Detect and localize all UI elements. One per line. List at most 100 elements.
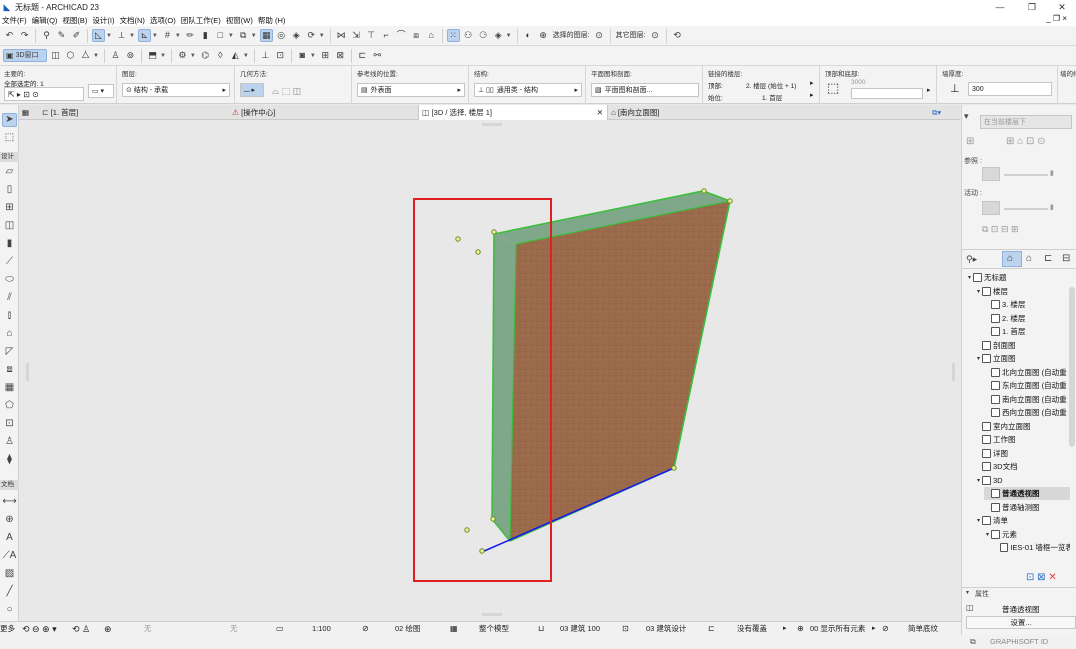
hotspot[interactable] bbox=[727, 198, 733, 204]
eyedropper-icon[interactable]: ⚲ bbox=[40, 29, 53, 42]
left-resize-handle[interactable] bbox=[26, 363, 29, 381]
3d-window-button[interactable]: ▣ 3D窗口 bbox=[3, 49, 47, 62]
tab-overflow-icon[interactable]: ⧉▾ bbox=[929, 105, 959, 120]
object-tool-icon[interactable]: ◫ bbox=[2, 219, 17, 233]
tree-item[interactable]: ▾ 立面图 bbox=[975, 352, 1070, 365]
status-structure-display[interactable]: 简单底纹 bbox=[908, 622, 938, 636]
tree-toggle-icon[interactable]: ▾ bbox=[984, 531, 991, 538]
wall-shape-picker[interactable]: ▭ ▾ bbox=[88, 84, 114, 98]
active-slider-knob[interactable]: ▮ bbox=[1050, 203, 1054, 211]
tree-item[interactable]: 2. 楼层 bbox=[984, 312, 1070, 325]
tree-item[interactable]: 普通透视图 bbox=[984, 487, 1070, 500]
tree-item[interactable]: 剖面图 bbox=[975, 339, 1070, 352]
publish-icon[interactable]: ⊞ bbox=[319, 49, 332, 62]
tree-item[interactable]: ▾ 元素 bbox=[984, 528, 1070, 541]
panel-tools-icon[interactable]: ⊞ ⌂ ⊡ ⊙ bbox=[1006, 136, 1046, 147]
hotspot[interactable] bbox=[490, 516, 496, 522]
floor-plan-icon[interactable]: ◫ bbox=[49, 49, 62, 62]
3d-viewport[interactable] bbox=[20, 121, 960, 621]
navigator-menu-icon[interactable]: ⚲▸ bbox=[966, 254, 977, 265]
wall-tool-icon[interactable]: ▱ bbox=[2, 165, 17, 179]
filter-icon[interactable]: ⚙ bbox=[176, 49, 189, 62]
export-icon[interactable]: ⊠ bbox=[334, 49, 347, 62]
reference-swatch[interactable] bbox=[982, 167, 1000, 181]
line-tool-icon[interactable]: ╱ bbox=[2, 585, 17, 599]
hotspot[interactable] bbox=[671, 465, 677, 471]
hotspot[interactable] bbox=[701, 188, 707, 194]
tree-toggle-icon[interactable]: ▾ bbox=[975, 477, 982, 484]
level-dimension-tool-icon[interactable]: ⊕ bbox=[2, 513, 17, 527]
menu-help[interactable]: 帮助 (H) bbox=[258, 15, 286, 26]
close-button[interactable]: ✕ bbox=[1048, 0, 1076, 14]
hotspot[interactable] bbox=[455, 236, 461, 242]
tree-item[interactable]: 东向立面图 (自动重 bbox=[984, 379, 1070, 392]
tab-list-icon[interactable]: ▦ bbox=[19, 105, 39, 120]
undo-icon[interactable]: ↶ bbox=[3, 29, 16, 42]
markup-icon[interactable]: ⊏ bbox=[356, 49, 369, 62]
menu-design[interactable]: 设计(I) bbox=[92, 15, 114, 26]
pen-icon[interactable]: ✐ bbox=[70, 29, 83, 42]
snap-guides-icon[interactable]: ⊾ bbox=[137, 29, 151, 42]
mesh-tool-icon[interactable]: ⧫ bbox=[2, 453, 17, 467]
camera-icon[interactable]: ◙ bbox=[296, 49, 309, 62]
wall-front-face[interactable] bbox=[510, 201, 730, 541]
railing-tool-icon[interactable]: ⫾ bbox=[2, 309, 17, 323]
floor-select[interactable]: 在当前楼层下 bbox=[980, 115, 1072, 129]
square-icon[interactable]: □ bbox=[214, 29, 227, 42]
layers-3d-icon[interactable]: ⧉ bbox=[237, 29, 250, 42]
hotspot[interactable] bbox=[475, 249, 481, 255]
status-layer-combo[interactable]: 03 建筑 100 bbox=[560, 622, 600, 636]
menu-options[interactable]: 选项(O) bbox=[150, 15, 176, 26]
syringe-icon[interactable]: ✎ bbox=[55, 29, 68, 42]
tree-item[interactable]: 工作图 bbox=[975, 433, 1070, 446]
offset-icon[interactable]: ⧈ bbox=[410, 29, 423, 42]
tree-item[interactable]: ▾ 清单 bbox=[975, 514, 1070, 527]
roof-icon[interactable]: ⌂ bbox=[425, 29, 438, 42]
marquee-tool-icon[interactable]: ⬚ bbox=[2, 131, 17, 145]
redo-link-icon[interactable]: ⟲ bbox=[671, 29, 684, 42]
roof-tool-icon[interactable]: ⌂ bbox=[2, 327, 17, 341]
guide-line-icon[interactable]: ◺ bbox=[92, 29, 105, 42]
redo-icon[interactable]: ↷ bbox=[18, 29, 31, 42]
arc-tool-icon[interactable]: ○ bbox=[2, 603, 17, 617]
tree-item[interactable]: ▾ 楼层 bbox=[975, 285, 1070, 298]
right-resize-handle[interactable] bbox=[952, 363, 955, 381]
menu-view[interactable]: 视图(B) bbox=[62, 15, 87, 26]
status-nav-icons[interactable]: ⟲ ⊖ ⊕ ▾ bbox=[22, 622, 57, 636]
navigator-icon[interactable]: ⧊ bbox=[79, 49, 92, 62]
3d-scene[interactable] bbox=[20, 121, 960, 621]
orbit-icon[interactable]: ⊚ bbox=[124, 49, 137, 62]
select-all-icon[interactable]: ⁙ bbox=[446, 29, 460, 42]
tree-toggle-icon[interactable]: ▾ bbox=[975, 517, 982, 524]
status-scale[interactable]: 1:100 bbox=[312, 622, 331, 636]
column-tool-icon[interactable]: ▮ bbox=[2, 237, 17, 251]
tree-toggle-icon[interactable]: ▾ bbox=[966, 274, 973, 281]
tree-item[interactable]: 3D文档 bbox=[975, 460, 1070, 473]
tree-item[interactable]: 北向立面图 (自动重 bbox=[984, 366, 1070, 379]
settings-button[interactable]: 设置... bbox=[966, 616, 1076, 629]
status-model-view[interactable]: 整个模型 bbox=[479, 622, 509, 636]
walk-icon[interactable]: ♙ bbox=[109, 49, 122, 62]
tree-item[interactable]: 南向立面图 (自动重 bbox=[984, 393, 1070, 406]
tab-south-elevation[interactable]: ⌂ [南向立面图] bbox=[608, 105, 798, 120]
trace-icon[interactable]: ▦ bbox=[259, 29, 273, 42]
adjust-icon[interactable]: ⇲ bbox=[350, 29, 363, 42]
layout-book-icon[interactable]: ⊏ bbox=[1044, 253, 1052, 264]
tab-close-icon[interactable]: ✕ bbox=[597, 108, 603, 117]
tree-scrollbar[interactable] bbox=[1069, 287, 1075, 447]
compare-icon[interactable]: ◎ bbox=[275, 29, 288, 42]
cube-3d-icon[interactable]: ◈ bbox=[290, 29, 303, 42]
top-floor-arrow-icon[interactable]: ▸ bbox=[810, 79, 814, 87]
menu-document[interactable]: 文档(N) bbox=[120, 15, 145, 26]
wall-thickness-field[interactable]: 300 bbox=[968, 82, 1052, 96]
menu-file[interactable]: 文件(F) bbox=[2, 15, 27, 26]
ungroup-icon[interactable]: ⚆ bbox=[477, 29, 490, 42]
geometry-options-icon[interactable]: ⌓ ⬚ ◫ bbox=[272, 86, 301, 97]
hide-layer-icon[interactable]: ◐ bbox=[522, 29, 535, 42]
panel-options-icon[interactable]: ⧉ ⊡ ⊟ ⊞ bbox=[982, 224, 1019, 235]
tree-item[interactable]: 1. 首层 bbox=[984, 325, 1070, 338]
arrow-tool-icon[interactable]: ➤ bbox=[2, 113, 17, 127]
tree-item[interactable]: 室内立面图 bbox=[975, 420, 1070, 433]
reference-slider-knob[interactable]: ▮ bbox=[1050, 169, 1054, 177]
group-icon[interactable]: ⚇ bbox=[462, 29, 475, 42]
